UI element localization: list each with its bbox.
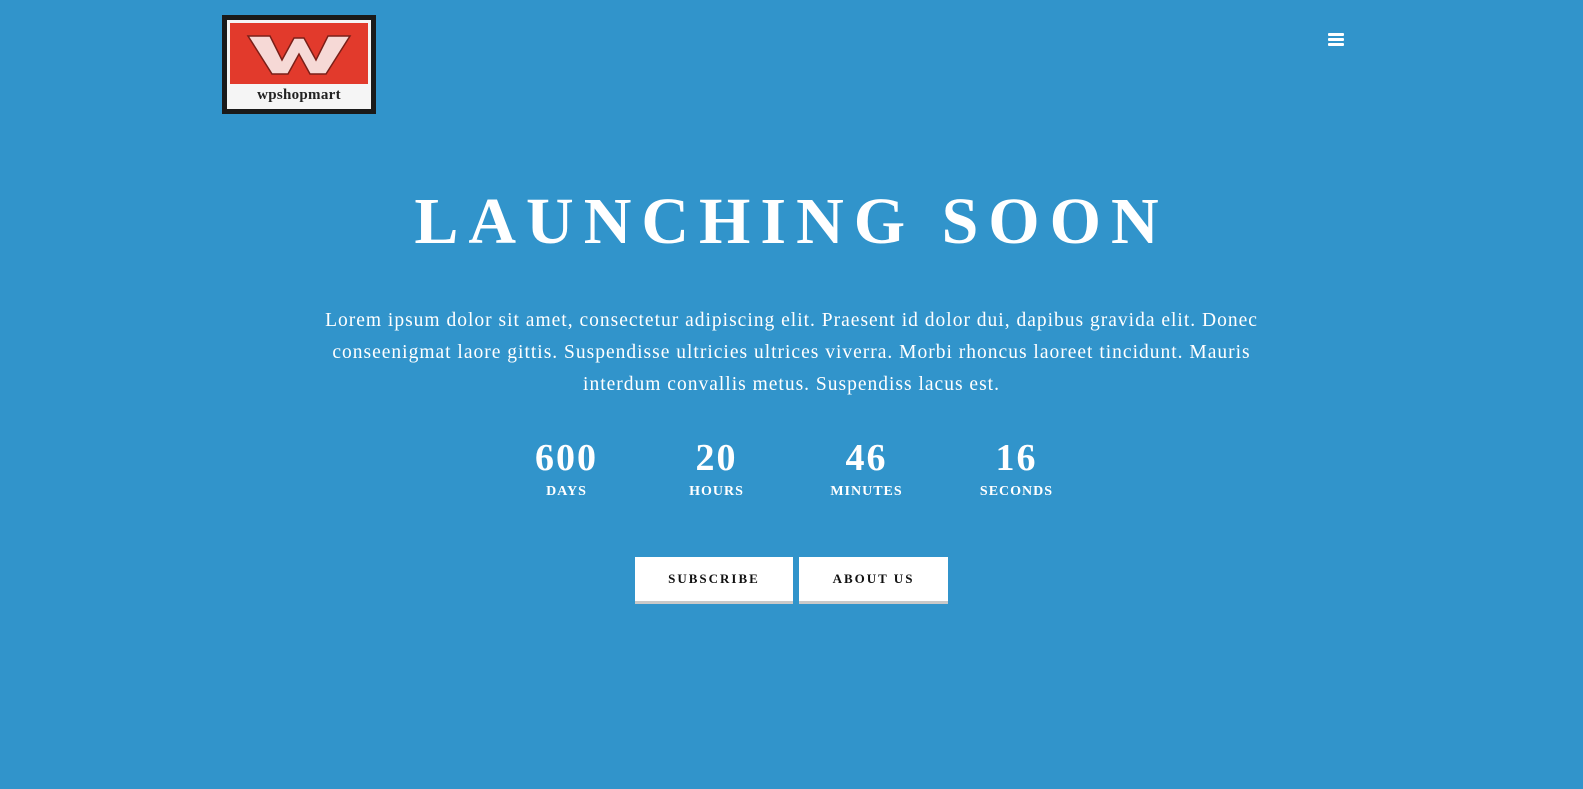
countdown-seconds-label: SECONDS: [979, 484, 1054, 499]
countdown-seconds-value: 16: [995, 437, 1038, 479]
menu-bar: [1328, 43, 1344, 46]
countdown-minutes: 46 MINUTES: [792, 436, 942, 500]
intro-text: Lorem ipsum dolor sit amet, consectetur …: [325, 310, 1258, 395]
countdown-hours: 20 HOURS: [642, 436, 792, 500]
countdown-minutes-value: 46: [845, 437, 888, 479]
countdown-minutes-label: MINUTES: [830, 484, 903, 499]
coming-soon-page: wpshopmart LAUNCHING SOON Lorem ipsum do…: [0, 0, 1583, 789]
menu-bar: [1328, 33, 1344, 36]
brand-logo[interactable]: wpshopmart: [222, 15, 376, 114]
countdown-days: 600 DAYS: [492, 436, 642, 500]
subscribe-button[interactable]: SUBSCRIBE: [635, 557, 793, 604]
logo-w-mark: [230, 23, 368, 84]
countdown-days-label: DAYS: [546, 484, 587, 499]
logo-frame: wpshopmart: [227, 20, 371, 109]
logo-text: wpshopmart: [257, 87, 341, 103]
countdown-timer: 600 DAYS 20 HOURS 46 MINUTES 16 SECONDS: [0, 436, 1583, 500]
hamburger-menu-icon[interactable]: [1328, 33, 1344, 47]
countdown-hours-label: HOURS: [689, 484, 744, 499]
countdown-seconds: 16 SECONDS: [942, 436, 1092, 500]
page-title: LAUNCHING SOON: [414, 185, 1169, 258]
w-letter-icon: [246, 34, 352, 75]
countdown-days-value: 600: [535, 437, 598, 479]
action-buttons: SUBSCRIBE ABOUT US: [0, 557, 1583, 604]
countdown-hours-value: 20: [695, 437, 738, 479]
menu-bar: [1328, 38, 1344, 41]
about-us-button[interactable]: ABOUT US: [799, 557, 948, 604]
